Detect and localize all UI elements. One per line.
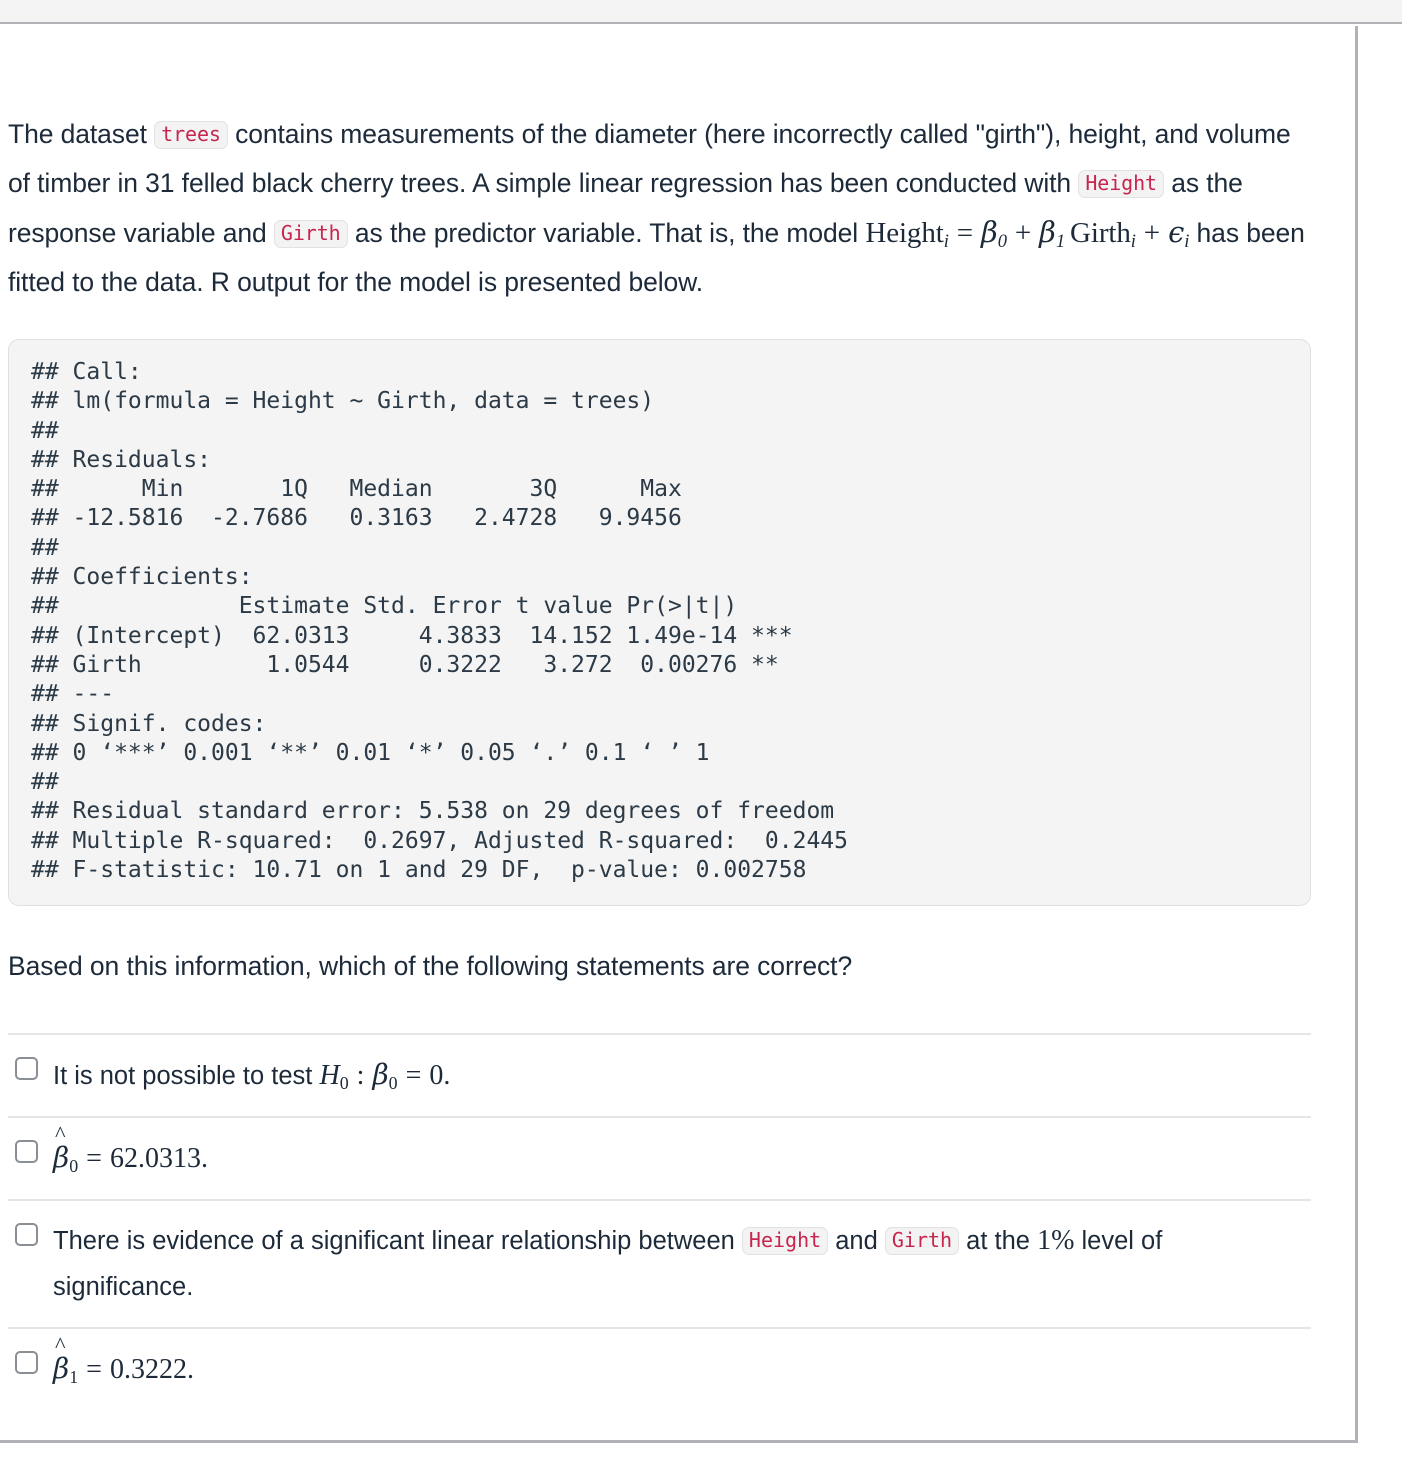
- checkbox-option-2[interactable]: [15, 1140, 38, 1164]
- inline-code-height: Height: [1078, 170, 1164, 198]
- equation-equals: =: [956, 217, 974, 249]
- model-equation: Heighti = β0 + β1 Girthi + ϵi: [865, 215, 1189, 253]
- option-row-1[interactable]: It is not possible to test H0: β0 = 0.: [8, 1033, 1311, 1116]
- option-2-value: 62.0313.: [109, 1143, 208, 1175]
- option-3-text-3: at the: [959, 1227, 1038, 1256]
- window-top-chrome: [0, 0, 1402, 24]
- option-2-hat-accent: ^: [54, 1121, 66, 1147]
- equation-beta0-sub: 0: [997, 231, 1007, 253]
- answer-options-list: It is not possible to test H0: β0 = 0. ^ β0 =…: [0, 1033, 1355, 1410]
- option-row-3[interactable]: There is evidence of a significant linea…: [8, 1199, 1311, 1327]
- r-output-code-block: ## Call: ## lm(formula = Height ~ Girth,…: [8, 339, 1311, 907]
- option-row-2[interactable]: ^ β0 = 62.0313.: [8, 1116, 1311, 1199]
- option-2-equals: =: [86, 1143, 102, 1175]
- option-label-2: ^ β0 = 62.0313.: [53, 1123, 208, 1182]
- equation-lhs-sub: i: [943, 231, 949, 253]
- equation-beta0: β: [981, 215, 998, 249]
- option-2-beta-sub: 0: [69, 1156, 79, 1177]
- checkbox-option-4[interactable]: [15, 1351, 38, 1375]
- option-2-beta-hat: ^ β: [53, 1123, 69, 1182]
- question-section: Based on this information, which of the …: [0, 906, 1355, 991]
- option-4-hat-accent: ^: [54, 1332, 66, 1358]
- option-label-1: It is not possible to test H0: β0 = 0.: [53, 1052, 450, 1099]
- intro-paragraph: The dataset trees contains measurements …: [8, 26, 1311, 307]
- intro-text-1: The dataset: [8, 119, 155, 149]
- option-1-H-sub: 0: [339, 1073, 349, 1094]
- inline-code-girth: Girth: [273, 220, 348, 248]
- document-content: The dataset trees contains measurements …: [0, 26, 1355, 307]
- equation-lhs: Height: [865, 217, 944, 249]
- option-1-prefix: It is not possible to test: [53, 1062, 320, 1091]
- option-3-text-2: and: [828, 1227, 885, 1256]
- intro-text-4: as the predictor variable. That is, the …: [347, 218, 866, 248]
- option-1-equals: =: [405, 1060, 422, 1092]
- inline-code-trees: trees: [154, 121, 228, 149]
- option-1-value: 0.: [429, 1060, 451, 1092]
- option-4-beta-hat: ^ β: [53, 1334, 69, 1393]
- option-1-colon: :: [356, 1060, 365, 1092]
- option-2-math: ^ β0 = 62.0313.: [53, 1123, 208, 1177]
- checkbox-option-3[interactable]: [15, 1223, 38, 1247]
- option-row-4[interactable]: ^ β1 = 0.3222.: [8, 1327, 1311, 1410]
- option-label-4: ^ β1 = 0.3222.: [53, 1334, 194, 1393]
- equation-plus-2: +: [1143, 217, 1161, 249]
- option-label-3: There is evidence of a significant linea…: [53, 1218, 1278, 1310]
- document-page-frame: The dataset trees contains measurements …: [0, 26, 1358, 1443]
- option-4-equals: =: [86, 1354, 102, 1386]
- equation-beta1: β: [1039, 215, 1056, 249]
- equation-plus-1: +: [1014, 217, 1032, 249]
- equation-beta1-sub: 1: [1055, 231, 1066, 253]
- option-1-beta: β: [372, 1058, 389, 1092]
- checkbox-option-1[interactable]: [15, 1057, 38, 1081]
- question-prompt: Based on this information, which of the …: [8, 951, 853, 982]
- option-4-value: 0.3222.: [109, 1354, 194, 1386]
- option-3-text-1: There is evidence of a significant linea…: [53, 1227, 742, 1256]
- option-1-math: H0: β0 = 0.: [319, 1058, 451, 1094]
- option-3-inline-code-girth: Girth: [884, 1227, 960, 1256]
- equation-epsilon: ϵ: [1168, 215, 1185, 249]
- option-1-H: H: [319, 1060, 340, 1092]
- option-3-percent: 1%: [1037, 1225, 1075, 1257]
- option-4-math: ^ β1 = 0.3222.: [53, 1334, 194, 1388]
- r-output-text: ## Call: ## lm(formula = Height ~ Girth,…: [31, 359, 848, 884]
- option-1-beta-sub: 0: [388, 1073, 398, 1094]
- equation-girth: Girth: [1070, 217, 1131, 249]
- option-4-beta-sub: 1: [69, 1367, 79, 1388]
- option-3-inline-code-height: Height: [741, 1227, 829, 1256]
